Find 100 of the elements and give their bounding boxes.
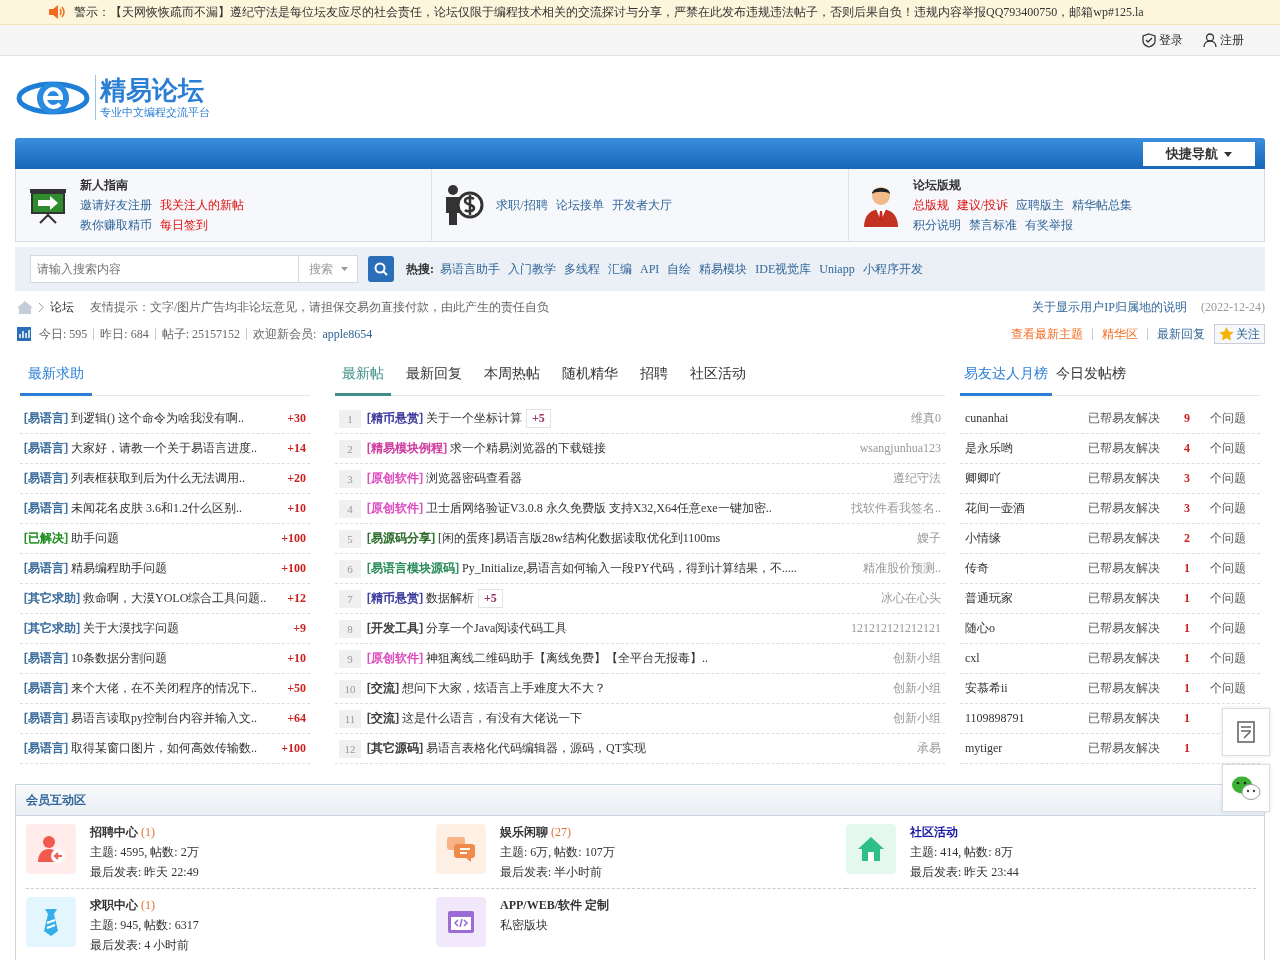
hot-search-link[interactable]: API [640, 261, 660, 277]
category-link[interactable]: [易语言] [24, 560, 68, 577]
post-link[interactable]: 大家好，请教一个关于易语言进度.. [71, 440, 257, 457]
post-link[interactable]: 关于一个坐标计算 [426, 410, 522, 427]
post-link[interactable]: 数据解析 [426, 590, 474, 607]
category-link[interactable]: [易语言] [24, 680, 68, 697]
category-link[interactable]: [原创软件] [367, 650, 423, 667]
category-link[interactable]: [易语言] [24, 410, 68, 427]
post-link[interactable]: 卫士盾网络验证V3.0.8 永久免费版 支持X32,X64任意exe一键加密.. [426, 500, 772, 517]
post-link[interactable]: 未闻花名皮肤 3.6和1.2什么区别.. [71, 500, 242, 517]
quick-nav-button[interactable]: 快捷导航 [1143, 142, 1255, 166]
post-link[interactable]: [闲的蛋疼]易语言版28w结构化数据读取优化到1100ms [438, 530, 721, 547]
guide-link[interactable]: 每日签到 [160, 216, 208, 234]
section-tab[interactable]: 社区活动 [683, 355, 753, 396]
post-link[interactable]: 取得某窗口图片，如何高效传输数.. [71, 740, 257, 757]
post-link[interactable]: 浏览器密码查看器 [426, 470, 522, 487]
user-name[interactable]: 传奇 [965, 560, 1088, 577]
user-name[interactable]: 卿卿吖 [965, 470, 1088, 487]
user-name[interactable]: 安慕希ii [965, 680, 1088, 697]
post-link[interactable]: 关于大漠找字问题 [83, 620, 179, 637]
category-link[interactable]: [精币悬赏] [367, 590, 423, 607]
post-link[interactable]: 精易编程助手问题 [71, 560, 167, 577]
guide-link[interactable]: 教你赚取精币 [80, 216, 152, 234]
post-link[interactable]: 列表框获取到后为什么无法调用.. [71, 470, 245, 487]
post-link[interactable]: 助手问题 [71, 530, 119, 547]
guide-link[interactable]: 禁言标准 [968, 216, 1017, 234]
category-link[interactable]: [易语言] [24, 470, 68, 487]
section-tab[interactable]: 随机精华 [555, 355, 625, 396]
forum-link[interactable]: APP/WEB/软件 定制 [500, 898, 609, 912]
category-link[interactable]: [易语言] [24, 500, 68, 517]
hot-search-link[interactable]: 自绘 [667, 260, 692, 278]
forum-link[interactable]: 娱乐闲聊 [500, 825, 548, 839]
post-link[interactable]: 易语言读取py控制台内容并输入文.. [71, 710, 257, 727]
category-link[interactable]: [易语言] [24, 740, 68, 757]
announcement-link[interactable]: 关于显示用户IP归属地的说明 [1032, 298, 1187, 316]
breadcrumb-link[interactable]: 论坛 [50, 298, 74, 316]
category-link[interactable]: [精易模块例程] [367, 440, 447, 457]
user-name[interactable]: cxl [965, 651, 1088, 666]
hot-search-link[interactable]: 汇编 [608, 260, 632, 278]
hot-search-link[interactable]: 小程序开发 [862, 260, 923, 278]
guide-link[interactable]: 论坛接单 [555, 196, 604, 214]
post-link[interactable]: 这是什么语言，有没有大佬说一下 [402, 710, 582, 727]
post-link[interactable]: 求一个精易浏览器的下载链接 [450, 440, 606, 457]
category-link[interactable]: [原创软件] [367, 470, 423, 487]
wechat-button[interactable] [1222, 764, 1270, 812]
category-link[interactable]: [开发工具] [367, 620, 423, 637]
category-link[interactable]: [交流] [367, 680, 399, 697]
category-link[interactable]: [易源码分享] [367, 530, 435, 547]
notes-button[interactable] [1222, 708, 1270, 756]
login-link[interactable]: 登录 [1142, 31, 1183, 49]
user-name[interactable]: 是永乐哟 [965, 440, 1088, 457]
category-link[interactable]: [已解决] [24, 530, 68, 547]
category-link[interactable]: [易语言] [24, 650, 68, 667]
guide-link[interactable]: 建议/投诉 [956, 196, 1008, 214]
user-name[interactable]: mytiger [965, 741, 1088, 756]
member-link[interactable]: apple8654 [322, 326, 373, 342]
hot-search-link[interactable]: Uniapp [819, 261, 855, 277]
hot-search-link[interactable]: 精易模块 [699, 260, 748, 278]
section-tab[interactable]: 易友达人月榜 [960, 355, 1052, 396]
post-link[interactable]: 来个大佬，在不关闭程序的情况下.. [71, 680, 257, 697]
category-link[interactable]: [其它源码] [367, 740, 423, 757]
guide-link[interactable]: 我关注人的新帖 [160, 196, 244, 214]
post-link[interactable]: 到逻辑() 这个命令为啥我没有啊.. [71, 410, 244, 427]
category-link[interactable]: [原创软件] [367, 500, 423, 517]
user-name[interactable]: 随心o [965, 620, 1088, 637]
post-link[interactable]: 10条数据分割问题 [71, 650, 167, 667]
post-link[interactable]: 想问下大家，炫语言上手难度大不大？ [402, 680, 606, 697]
guide-link[interactable]: 求职/招聘 [496, 196, 548, 214]
guide-link[interactable]: 应聘版主 [1016, 196, 1064, 214]
guide-link[interactable]: 积分说明 [912, 216, 961, 234]
section-tab[interactable]: 本周热帖 [477, 355, 547, 396]
category-link[interactable]: [精币悬赏] [367, 410, 423, 427]
guide-link[interactable]: 开发者大厅 [611, 196, 672, 214]
section-tab[interactable]: 最新帖 [335, 355, 391, 396]
forum-link[interactable]: 求职中心 [90, 898, 138, 912]
post-link[interactable]: 分享一个Java阅读代码工具 [426, 620, 568, 637]
guide-link[interactable]: 有奖举报 [1024, 216, 1073, 234]
category-link[interactable]: [其它求助] [24, 620, 80, 637]
search-button[interactable] [368, 256, 394, 282]
guide-link[interactable]: 邀请好友注册 [80, 196, 152, 214]
guide-link[interactable]: 总版规 [912, 196, 949, 214]
user-name[interactable]: 1109898791 [965, 711, 1088, 726]
hot-search-link[interactable]: 多线程 [564, 260, 600, 278]
post-link[interactable]: 易语言表格化代码编辑器，源码，QT实现 [426, 740, 646, 757]
forum-link[interactable]: 社区活动 [910, 825, 958, 839]
section-tab[interactable]: 最新求助 [20, 355, 92, 396]
section-tab[interactable]: 今日发帖榜 [1052, 355, 1130, 396]
category-link[interactable]: [其它求助] [24, 590, 80, 607]
post-link[interactable]: Py_Initialize,易语言如何输入一段PY代码，得到计算结果，不..... [462, 560, 797, 577]
hot-search-link[interactable]: 入门教学 [508, 260, 556, 278]
user-name[interactable]: 小情缘 [965, 530, 1088, 547]
user-name[interactable]: 花间一壶酒 [965, 500, 1088, 517]
category-link[interactable]: [易语言] [24, 440, 68, 457]
section-tab[interactable]: 最新回复 [399, 355, 469, 396]
section-tab[interactable]: 招聘 [633, 355, 675, 396]
category-link[interactable]: [易语言] [24, 710, 68, 727]
user-name[interactable]: cunanhai [965, 411, 1088, 426]
hot-search-link[interactable]: 易语言助手 [440, 260, 500, 278]
search-field[interactable]: 请输入搜索内容 [30, 255, 298, 283]
register-link[interactable]: 注册 [1203, 31, 1244, 49]
